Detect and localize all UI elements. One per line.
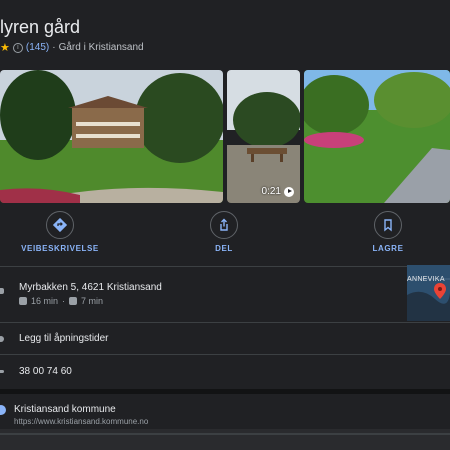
divider <box>0 266 450 267</box>
review-count-link[interactable]: (145) <box>26 42 49 53</box>
directions-button[interactable]: VEIBESKRIVELSE <box>15 211 105 253</box>
star-icon: ★ <box>0 42 10 54</box>
place-title: lyren gård <box>0 17 81 37</box>
separator-dot: · <box>62 296 66 306</box>
video-duration-text: 0:21 <box>261 186 281 197</box>
video-duration: 0:21 <box>262 186 294 197</box>
separator-dot: · <box>52 42 56 53</box>
phone-icon <box>0 370 4 373</box>
globe-icon <box>0 405 6 415</box>
transit-time: 16 min <box>31 296 59 306</box>
map-label: ANNEVIKA <box>407 276 445 283</box>
clock-icon <box>0 336 4 342</box>
map-thumbnail[interactable]: ANNEVIKA <box>407 265 450 321</box>
car-icon <box>69 297 78 305</box>
add-hours-link[interactable]: Legg til åpningstider <box>19 333 109 344</box>
info-icon[interactable]: i <box>12 42 23 53</box>
rating-row: ★ i (145) · Gård i Kristiansand <box>0 41 144 54</box>
website-url[interactable]: https://www.kristiansand.kommune.no <box>14 417 148 426</box>
place-category: Gård i Kristiansand <box>58 42 144 53</box>
save-button[interactable]: LAGRE <box>343 211 433 253</box>
share-button[interactable]: DEL <box>179 211 269 253</box>
section-separator <box>0 389 450 394</box>
address[interactable]: Myrbakken 5, 4621 Kristiansand <box>19 282 162 293</box>
photo-farmhouse[interactable] <box>0 70 223 203</box>
video-thumbnail[interactable]: 0:21 <box>227 70 300 203</box>
travel-times: 16 min · 7 min <box>19 296 103 306</box>
save-label: LAGRE <box>372 244 404 253</box>
website-name[interactable]: Kristiansand kommune <box>14 404 116 415</box>
action-bar: VEIBESKRIVELSE DEL LAGRE <box>0 211 450 259</box>
directions-icon <box>46 211 74 239</box>
directions-label: VEIBESKRIVELSE <box>21 244 99 253</box>
photo-gallery: 0:21 <box>0 70 450 203</box>
play-icon <box>284 186 294 197</box>
photo-path[interactable] <box>304 70 450 203</box>
bookmark-icon <box>374 211 402 239</box>
transit-icon <box>19 297 27 305</box>
share-icon <box>210 211 238 239</box>
location-pin-icon <box>0 288 4 294</box>
share-label: DEL <box>215 244 233 253</box>
scrollbar[interactable] <box>0 433 450 435</box>
divider <box>0 322 450 323</box>
phone-number[interactable]: 38 00 74 60 <box>19 366 72 377</box>
drive-time: 7 min <box>81 296 104 306</box>
divider <box>0 354 450 355</box>
